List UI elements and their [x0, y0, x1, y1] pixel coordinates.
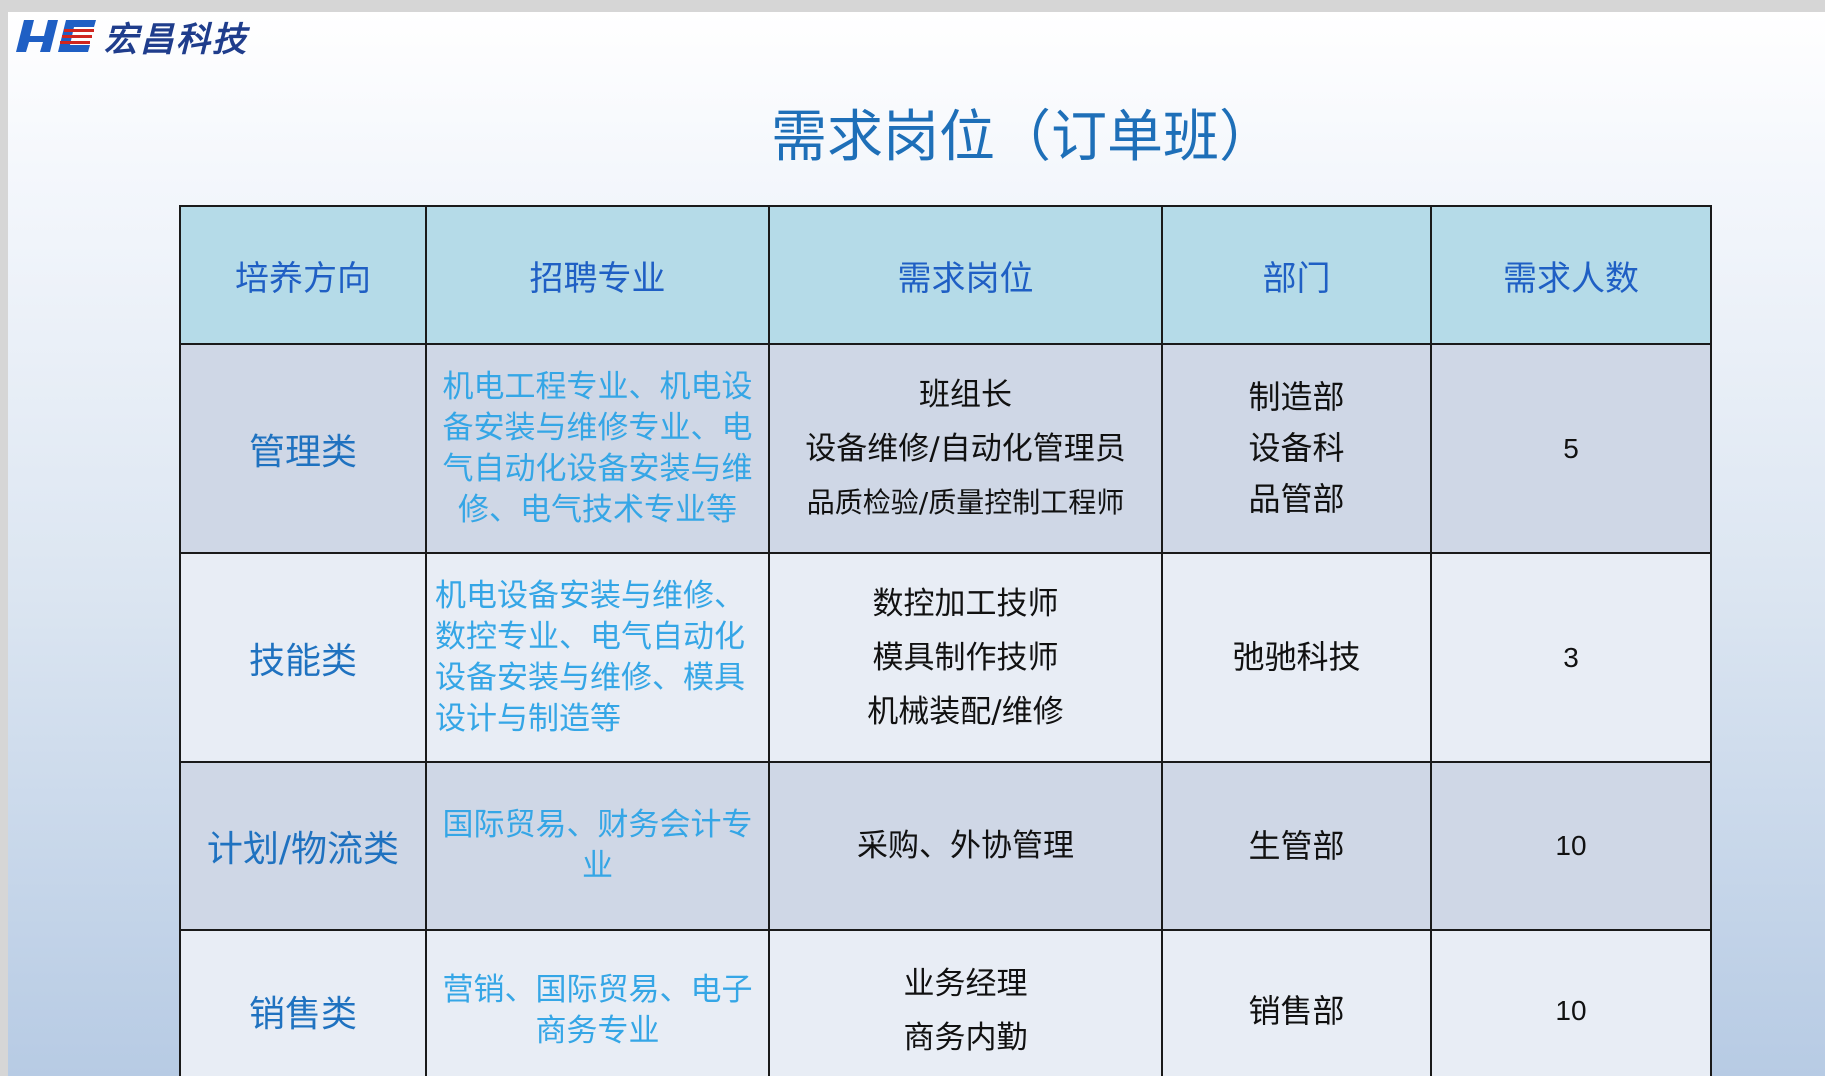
count-cell: 10	[1430, 929, 1712, 1076]
major-cell: 机电设备安装与维修、数控专业、电气自动化设备安装与维修、模具设计与制造等	[425, 552, 770, 763]
major-cell: 机电工程专业、机电设备安装与维修专业、电气自动化设备安装与维修、电气技术专业等	[425, 343, 770, 554]
direction-cell: 管理类	[179, 343, 427, 554]
position-item: 班组长	[919, 376, 1012, 413]
position-item: 采购、外协管理	[857, 828, 1074, 864]
position-item: 业务经理	[903, 966, 1028, 1002]
header-department: 部门	[1161, 205, 1432, 345]
department-item: 销售部	[1248, 991, 1345, 1030]
position-item: 商务内勤	[903, 1020, 1028, 1056]
header-major: 招聘专业	[425, 205, 770, 345]
position-item: 设备维修/自动化管理员	[805, 430, 1126, 467]
hc-logo-icon	[16, 20, 96, 52]
header-direction: 培养方向	[179, 205, 427, 345]
department-item: 设备科	[1248, 429, 1345, 467]
count-cell: 3	[1430, 552, 1712, 763]
table-row: 销售类 营销、国际贸易、电子商务专业 业务经理 商务内勤 销售部 10	[179, 929, 1712, 1076]
department-item: 制造部	[1248, 378, 1345, 416]
department-cell: 生管部	[1161, 761, 1432, 931]
major-cell: 营销、国际贸易、电子商务专业	[425, 929, 770, 1076]
table-row: 技能类 机电设备安装与维修、数控专业、电气自动化设备安装与维修、模具设计与制造等…	[179, 552, 1712, 763]
table-row: 管理类 机电工程专业、机电设备安装与维修专业、电气自动化设备安装与维修、电气技术…	[179, 343, 1712, 554]
logo-text: 宏昌科技	[104, 19, 248, 60]
position-cell: 数控加工技师 模具制作技师 机械装配/维修	[768, 552, 1163, 763]
count-cell: 5	[1430, 343, 1712, 554]
direction-cell: 计划/物流类	[179, 761, 427, 931]
department-cell: 弛驰科技	[1161, 552, 1432, 763]
department-cell: 制造部 设备科 品管部	[1161, 343, 1432, 554]
department-item: 弛驰科技	[1232, 638, 1361, 676]
position-item: 品质检验/质量控制工程师	[806, 485, 1125, 519]
table-row: 计划/物流类 国际贸易、财务会计专业 采购、外协管理 生管部 10	[179, 761, 1712, 931]
slide: 宏昌科技 需求岗位（订单班） 培养方向 招聘专业 需求岗位 部门 需求人数 管理…	[8, 12, 1825, 1076]
department-item: 品管部	[1248, 480, 1345, 518]
direction-cell: 销售类	[179, 929, 427, 1076]
major-cell: 国际贸易、财务会计专业	[425, 761, 770, 931]
position-item: 数控加工技师	[872, 585, 1059, 622]
header-position: 需求岗位	[768, 205, 1163, 345]
position-cell: 业务经理 商务内勤	[768, 929, 1163, 1076]
position-item: 机械装配/维修	[867, 693, 1064, 730]
company-logo: 宏昌科技	[14, 14, 248, 60]
position-item: 模具制作技师	[872, 639, 1059, 676]
count-cell: 10	[1430, 761, 1712, 931]
position-cell: 采购、外协管理	[768, 761, 1163, 931]
job-demand-table: 培养方向 招聘专业 需求岗位 部门 需求人数 管理类 机电工程专业、机电设备安装…	[179, 205, 1712, 1076]
header-count: 需求人数	[1430, 205, 1712, 345]
department-item: 生管部	[1248, 826, 1345, 865]
position-cell: 班组长 设备维修/自动化管理员 品质检验/质量控制工程师	[768, 343, 1163, 554]
direction-cell: 技能类	[179, 552, 427, 763]
page-title: 需求岗位（订单班）	[771, 105, 1275, 170]
table-header-row: 培养方向 招聘专业 需求岗位 部门 需求人数	[179, 205, 1712, 345]
department-cell: 销售部	[1161, 929, 1432, 1076]
